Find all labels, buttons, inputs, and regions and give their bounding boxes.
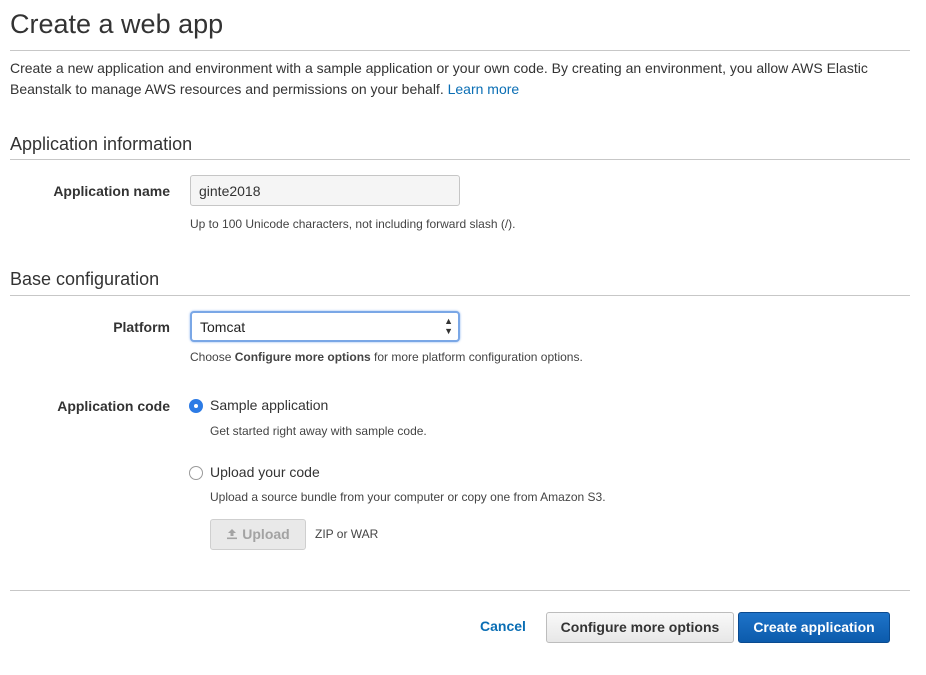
upload-your-code-hint: Upload a source bundle from your compute… xyxy=(210,490,606,504)
section-divider xyxy=(10,295,910,296)
upload-format-note: ZIP or WAR xyxy=(315,527,379,541)
cancel-button[interactable]: Cancel xyxy=(470,612,536,643)
application-name-hint: Up to 100 Unicode characters, not includ… xyxy=(190,217,516,231)
title-divider xyxy=(10,50,910,51)
platform-label: Platform xyxy=(113,319,170,335)
select-arrows-icon: ▲ ▼ xyxy=(444,316,453,336)
platform-hint-bold: Configure more options xyxy=(234,350,371,364)
upload-your-code-label[interactable]: Upload your code xyxy=(210,464,320,480)
platform-hint-suffix: for more platform configuration options. xyxy=(370,350,583,364)
upload-icon xyxy=(226,521,238,550)
upload-button[interactable]: Upload xyxy=(210,519,306,550)
application-code-label: Application code xyxy=(57,398,170,414)
application-name-input[interactable] xyxy=(190,175,460,206)
application-name-label: Application name xyxy=(53,183,170,199)
learn-more-link[interactable]: Learn more xyxy=(448,81,520,97)
platform-selected-value: Tomcat xyxy=(200,319,246,335)
upload-button-label: Upload xyxy=(242,526,290,542)
create-application-button[interactable]: Create application xyxy=(738,612,890,643)
intro-description: Create a new application and environment… xyxy=(10,60,868,97)
sample-application-label[interactable]: Sample application xyxy=(210,397,328,413)
section-divider xyxy=(10,159,910,160)
upload-your-code-radio[interactable] xyxy=(189,466,203,480)
intro-text: Create a new application and environment… xyxy=(10,58,910,100)
sample-application-hint: Get started right away with sample code. xyxy=(210,424,427,438)
platform-select[interactable]: Tomcat ▲ ▼ xyxy=(190,311,460,342)
footer-divider xyxy=(10,590,910,591)
configure-more-options-button[interactable]: Configure more options xyxy=(546,612,734,643)
platform-hint-prefix: Choose xyxy=(190,350,235,364)
platform-hint: Choose Configure more options for more p… xyxy=(190,350,583,364)
sample-application-radio[interactable] xyxy=(189,399,203,413)
application-information-heading: Application information xyxy=(10,134,193,154)
base-configuration-heading: Base configuration xyxy=(10,269,160,289)
page-title: Create a web app xyxy=(10,9,224,39)
